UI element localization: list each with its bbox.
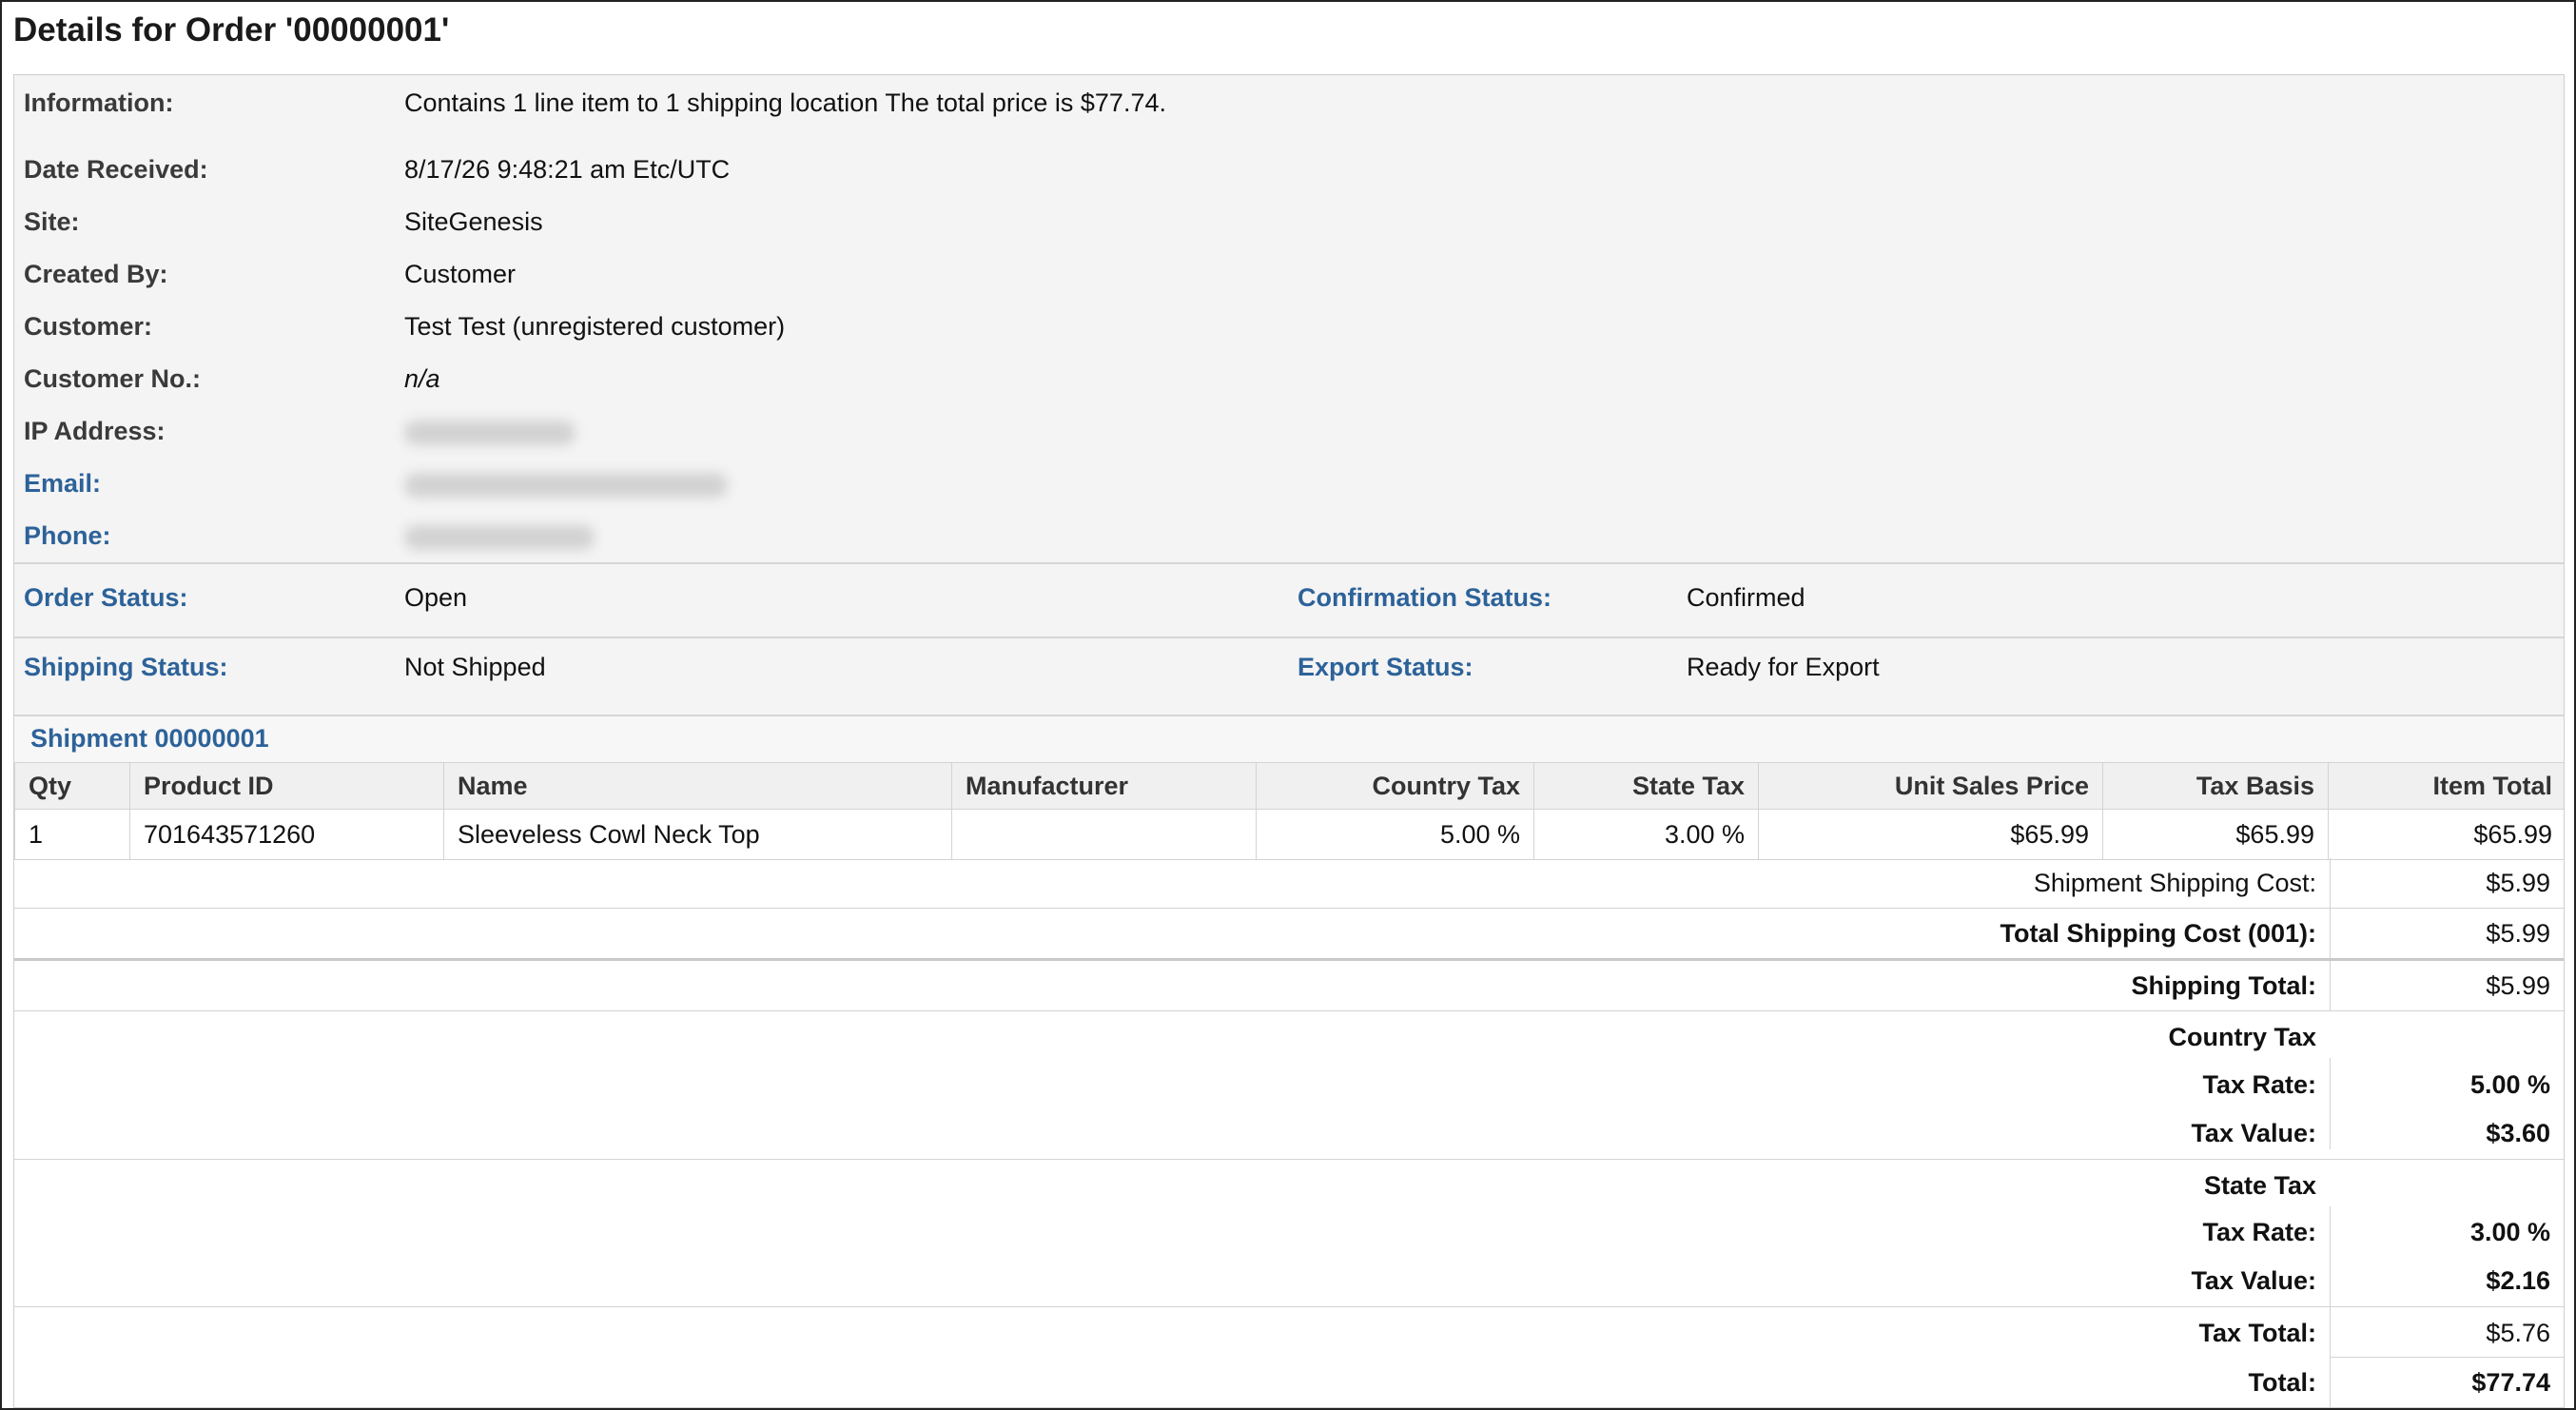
country-tax-heading: Country Tax	[2168, 1023, 2316, 1051]
info-row-site: Site: SiteGenesis	[14, 207, 2564, 259]
date-received-label: Date Received:	[24, 155, 208, 184]
page-title: Details for Order '00000001'	[13, 11, 450, 49]
status-panel: Order Status: Open Confirmation Status: …	[14, 564, 2564, 715]
cell-country-tax: 5.00 %	[1256, 809, 1534, 860]
shipping-total-label: Shipping Total:	[2131, 971, 2316, 1000]
column-header-item-total[interactable]: Item Total	[2328, 762, 2564, 810]
customer-value: Test Test (unregistered customer)	[404, 312, 786, 341]
column-header-qty[interactable]: Qty	[14, 762, 130, 810]
ip-address-redacted	[404, 421, 576, 445]
divider	[14, 1010, 2564, 1011]
cell-manufacturer	[951, 809, 1257, 860]
cell-tax-basis: $65.99	[2102, 809, 2329, 860]
email-label-link[interactable]: Email:	[24, 469, 101, 499]
column-header-manufacturer[interactable]: Manufacturer	[951, 762, 1257, 810]
information-value: Contains 1 line item to 1 shipping locat…	[404, 88, 1166, 117]
tax-total-label: Tax Total:	[2198, 1319, 2316, 1347]
state-tax-rate-value: 3.00 %	[2469, 1218, 2550, 1246]
shipment-shipping-cost-value: $5.99	[2486, 869, 2550, 897]
table-header-row: Qty Product ID Name Manufacturer Country…	[14, 762, 2564, 810]
country-tax-value-label: Tax Value:	[2191, 1119, 2316, 1147]
cell-qty: 1	[14, 809, 130, 860]
column-header-country-tax[interactable]: Country Tax	[1256, 762, 1534, 810]
shipping-status-value: Not Shipped	[404, 653, 546, 681]
column-header-name[interactable]: Name	[443, 762, 952, 810]
totals-separator	[2330, 858, 2331, 1010]
info-row-created: Created By: Customer	[14, 260, 2564, 311]
order-status-label[interactable]: Order Status:	[24, 583, 188, 613]
cell-state-tax: 3.00 %	[1533, 809, 1759, 860]
column-header-tax-basis[interactable]: Tax Basis	[2102, 762, 2329, 810]
divider	[14, 958, 2564, 961]
tax-total-value: $5.76	[2486, 1319, 2550, 1347]
total-shipping-cost-value: $5.99	[2486, 919, 2550, 948]
shipment-shipping-cost-label: Shipment Shipping Cost:	[2033, 869, 2316, 897]
info-row-date: Date Received: 8/17/26 9:48:21 am Etc/UT…	[14, 155, 2564, 206]
country-tax-rate-value: 5.00 %	[2469, 1070, 2550, 1099]
info-row-information: Information: Contains 1 line item to 1 s…	[14, 88, 2564, 140]
divider	[14, 908, 2564, 909]
export-status-value: Ready for Export	[1687, 653, 1880, 681]
column-header-product-id[interactable]: Product ID	[129, 762, 444, 810]
order-details-window: Details for Order '00000001' Information…	[0, 0, 2576, 1410]
info-row-customer-no: Customer No.: n/a	[14, 364, 2564, 416]
order-details-content: Information: Contains 1 line item to 1 s…	[13, 74, 2565, 1408]
state-tax-value-label: Tax Value:	[2191, 1266, 2316, 1295]
cell-product-id[interactable]: 701643571260	[129, 809, 444, 860]
order-totals-section: Shipment Shipping Cost: $5.99 Total Ship…	[14, 858, 2564, 1407]
shipment-header: Shipment 00000001	[14, 716, 2564, 762]
information-label: Information:	[24, 88, 174, 117]
order-info-panel: Information: Contains 1 line item to 1 s…	[14, 75, 2564, 562]
divider	[14, 1159, 2564, 1160]
column-header-state-tax[interactable]: State Tax	[1533, 762, 1759, 810]
site-value: SiteGenesis	[404, 207, 543, 236]
confirmation-status-label[interactable]: Confirmation Status:	[1298, 583, 1551, 613]
table-row: 1 701643571260 Sleeveless Cowl Neck Top …	[14, 809, 2564, 860]
order-status-value: Open	[404, 583, 468, 612]
created-by-label: Created By:	[24, 260, 168, 288]
order-total-value: $77.74	[2471, 1368, 2550, 1397]
cell-item-total: $65.99	[2328, 809, 2564, 860]
confirmation-status-value: Confirmed	[1687, 583, 1805, 612]
totals-separator	[2330, 1298, 2331, 1407]
state-tax-value-value: $2.16	[2486, 1266, 2550, 1295]
phone-redacted	[404, 525, 595, 550]
customer-no-value: n/a	[404, 364, 440, 393]
customer-label: Customer:	[24, 312, 153, 341]
country-tax-value-value: $3.60	[2486, 1119, 2550, 1147]
customer-no-label: Customer No.:	[24, 364, 202, 393]
info-row-customer: Customer: Test Test (unregistered custom…	[14, 312, 2564, 363]
line-items-table: Qty Product ID Name Manufacturer Country…	[14, 762, 2564, 860]
info-row-ip: IP Address:	[14, 417, 2564, 468]
email-redacted	[404, 473, 728, 498]
cell-unit-sales-price: $65.99	[1758, 809, 2103, 860]
info-row-email: Email:	[14, 469, 2564, 520]
ip-address-label: IP Address:	[24, 417, 166, 445]
shipment-title-link[interactable]: Shipment 00000001	[30, 724, 269, 754]
site-label: Site:	[24, 207, 80, 236]
export-status-label[interactable]: Export Status:	[1298, 653, 1473, 682]
created-by-value: Customer	[404, 260, 517, 288]
state-tax-heading: State Tax	[2203, 1171, 2316, 1200]
cell-name: Sleeveless Cowl Neck Top	[443, 809, 952, 860]
totals-separator	[2330, 1058, 2331, 1149]
date-received-value: 8/17/26 9:48:21 am Etc/UTC	[404, 155, 731, 184]
phone-label-link[interactable]: Phone:	[24, 521, 111, 551]
order-total-label: Total:	[2248, 1368, 2316, 1397]
divider	[2330, 1357, 2564, 1358]
divider	[14, 1306, 2564, 1307]
state-tax-rate-label: Tax Rate:	[2202, 1218, 2316, 1246]
column-header-unit-sales-price[interactable]: Unit Sales Price	[1758, 762, 2103, 810]
shipping-status-label[interactable]: Shipping Status:	[24, 653, 227, 682]
totals-separator	[2330, 1206, 2331, 1298]
country-tax-rate-label: Tax Rate:	[2202, 1070, 2316, 1099]
divider	[14, 636, 2564, 638]
shipping-total-value: $5.99	[2486, 971, 2550, 1000]
total-shipping-cost-label: Total Shipping Cost (001):	[2000, 919, 2317, 948]
